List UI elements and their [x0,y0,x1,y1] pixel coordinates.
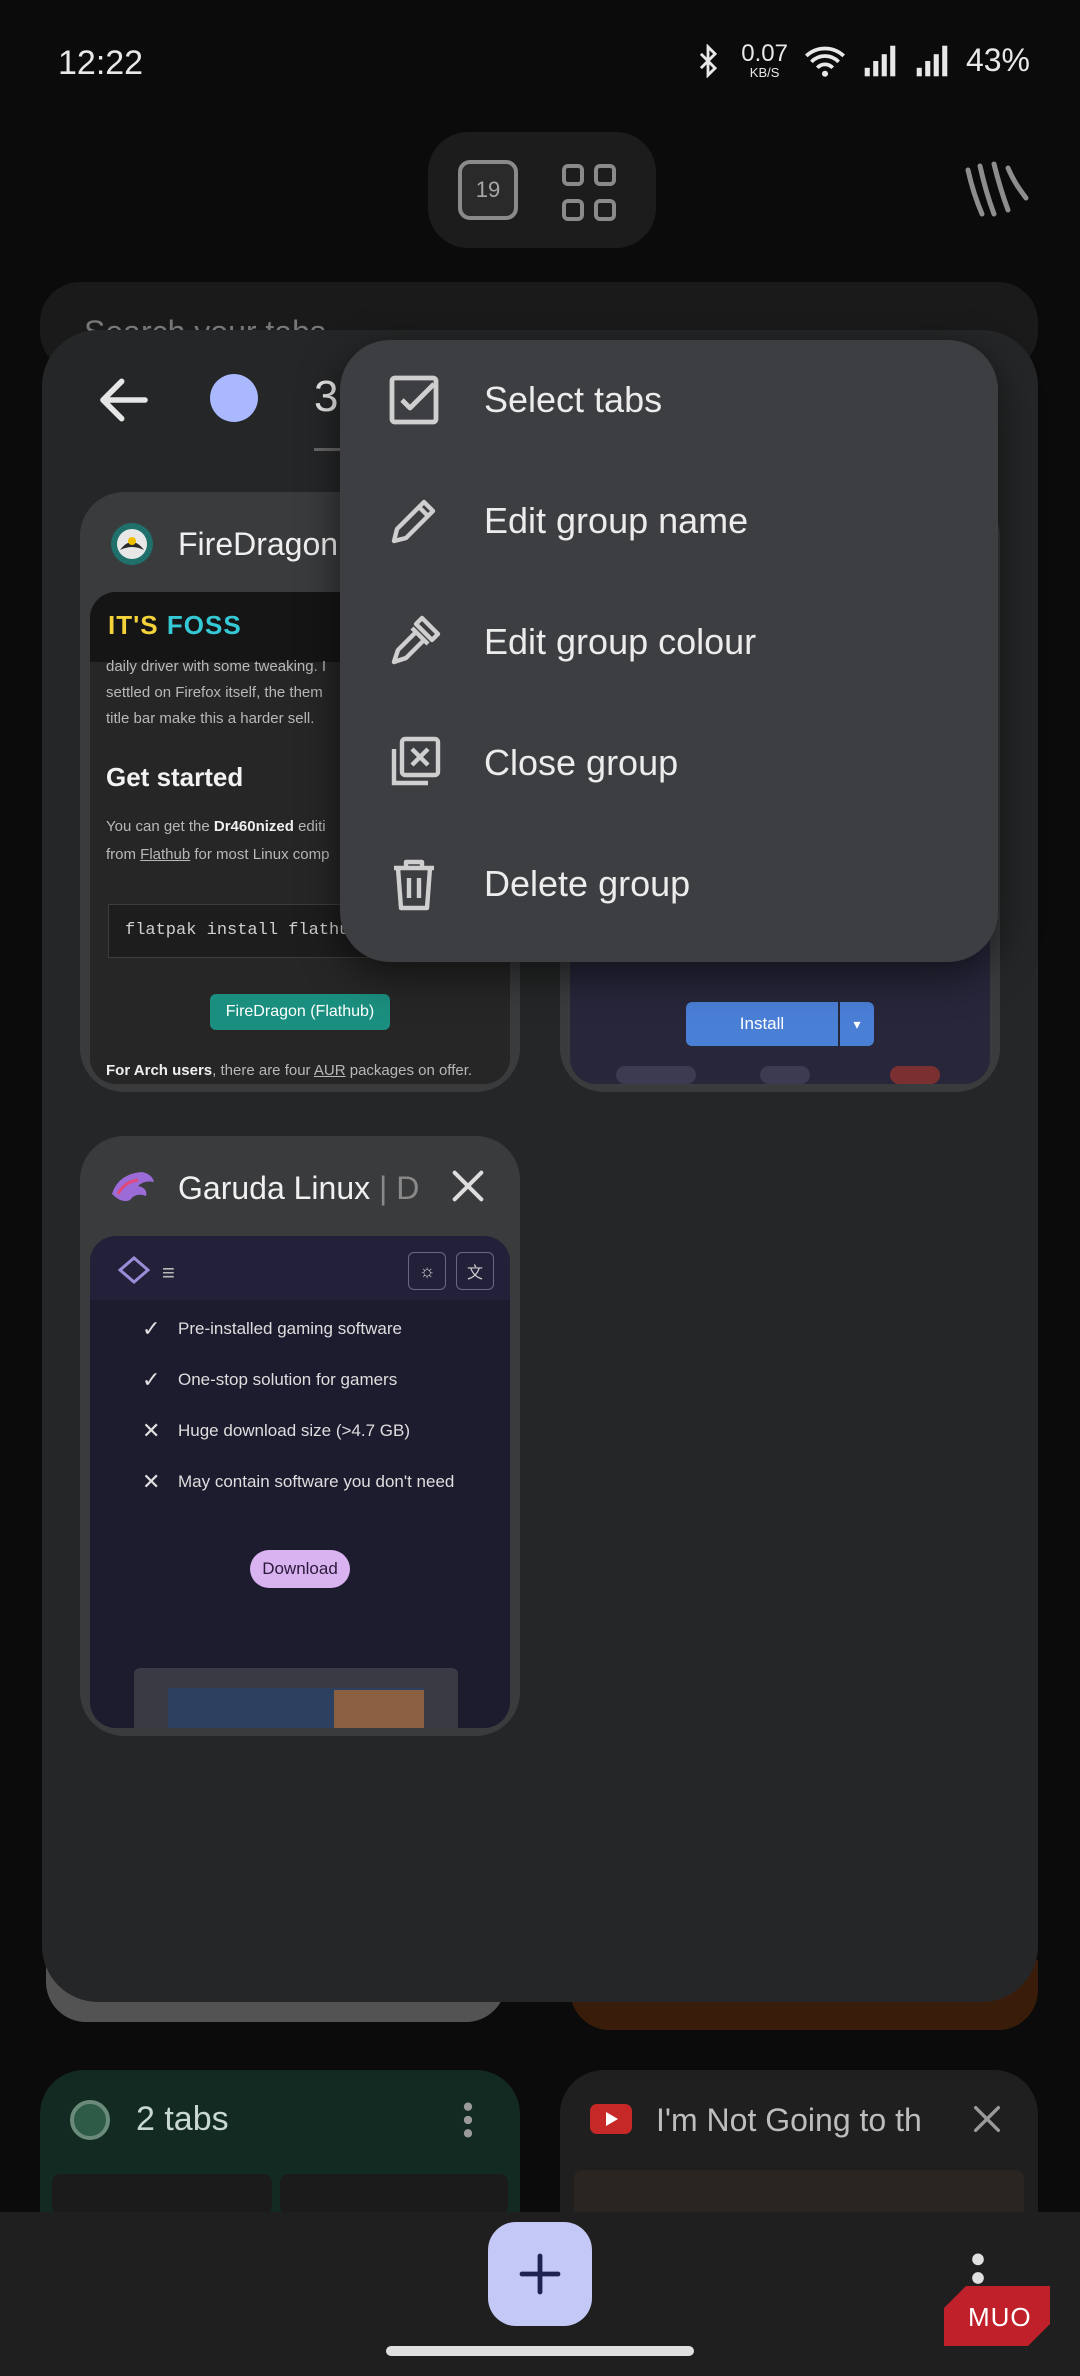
group-color-dot [70,2100,110,2140]
signal-icon [864,45,896,76]
install-button: Install [686,1002,838,1046]
menu-item-select-tabs[interactable]: Select tabs [340,340,998,460]
tab-thumbnail: ≡ ☼ 文 ✓ Pre-installed gaming software ✓ On… [90,1236,510,1728]
sun-icon: ☼ [408,1252,446,1290]
close-icon[interactable] [448,1166,488,1206]
group-title: 2 tabs [136,2100,229,2138]
grid-view-button[interactable] [558,160,626,228]
back-arrow-icon[interactable] [96,372,152,428]
menu-icon: ≡ [162,1260,175,1285]
status-time: 12:22 [58,44,144,82]
firedragon-favicon [111,523,153,565]
list-item: ✕ May contain software you don't need [142,1469,455,1494]
muo-watermark-logo: MUO [944,2286,1050,2346]
tab-count: 19 [475,177,501,202]
net-speed: 0.07 KB/S [741,40,788,80]
pencil-icon [391,499,436,544]
section-heading: Get started [106,762,244,792]
garuda-logo-icon [118,1256,150,1284]
wifi-icon [804,46,845,77]
bluetooth-icon [700,43,718,78]
menu-item-edit-group-colour[interactable]: Edit group colour [340,582,998,702]
plus-icon [519,2253,561,2295]
menu-item-close-group[interactable]: Close group [340,703,998,823]
tab-count-button[interactable]: 19 [458,160,518,220]
trash-icon [394,859,434,911]
home-indicator[interactable] [386,2346,694,2356]
signal-icon [916,45,948,76]
garuda-favicon [112,1172,154,1202]
chevron-down-icon: ▾ [840,1002,874,1046]
flathub-button: FireDragon (Flathub) [210,994,390,1030]
tab-title: Garuda Linux [178,1170,371,1206]
new-tab-button[interactable] [488,2222,592,2326]
list-item: ✓ Pre-installed gaming software [142,1316,402,1341]
youtube-icon [590,2104,632,2134]
list-item: ✓ One-stop solution for gamers [142,1367,398,1392]
battery-percent: 43% [965,42,1030,78]
group-name[interactable]: 3 [314,372,338,422]
status-icons: 0.07 KB/S 43% [691,42,1030,79]
screenshot-preview [134,1668,458,1728]
close-icon[interactable] [970,2102,1004,2136]
more-vert-icon[interactable] [456,2100,480,2140]
translate-icon: 文 [456,1252,494,1290]
menu-item-delete-group[interactable]: Delete group [340,824,998,944]
tab-title: FireDragon [178,526,339,562]
group-options-menu: Select tabs Edit group name Edit group c… [340,340,998,962]
checkbox-icon [389,375,439,425]
status-bar: 12:22 0.07 KB/S 43% [0,0,1080,130]
group-color-dot[interactable] [210,374,258,422]
grid-icon [562,164,584,186]
list-item: ✕ Huge download size (>4.7 GB) [142,1418,410,1443]
private-mode-icon[interactable] [962,160,1030,222]
tab-title: I'm Not Going to th [656,2102,922,2138]
menu-item-edit-group-name[interactable]: Edit group name [340,461,998,581]
close-group-icon [391,736,441,786]
download-button: Download [250,1550,350,1588]
site-logo: IT'S FOSS [108,610,242,640]
color-picker-icon [391,615,441,665]
tab-switcher: 19 [428,132,656,248]
